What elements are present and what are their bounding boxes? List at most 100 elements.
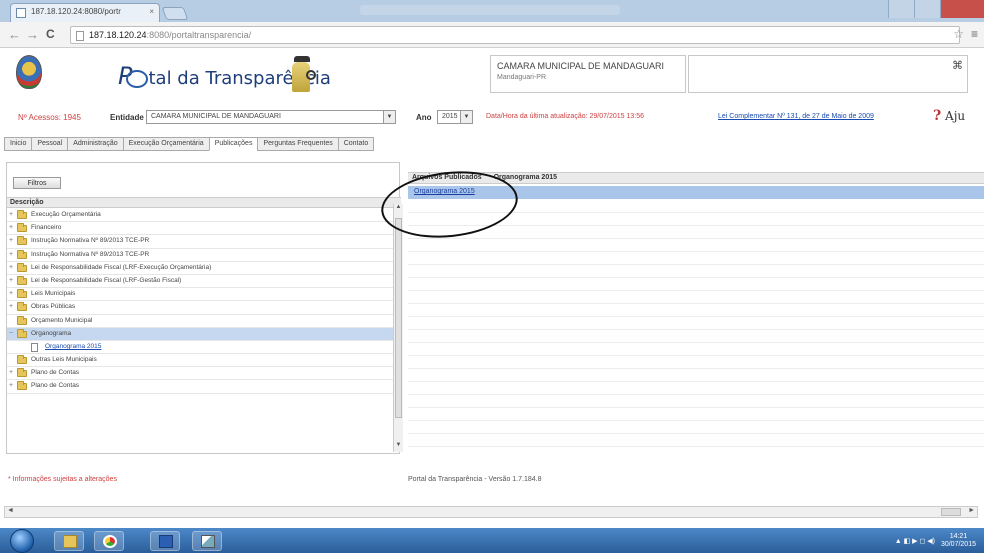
portal-o-ring-icon (126, 70, 149, 88)
expand-icon[interactable]: + (9, 301, 13, 313)
chevron-down-icon[interactable]: ▼ (383, 111, 395, 123)
taskbar-clock[interactable]: 14:21 30/07/2015 (941, 533, 976, 549)
tree-scrollbar[interactable]: ▲ ▼ (393, 204, 403, 452)
expand-icon[interactable]: + (9, 235, 13, 247)
clock-date: 30/07/2015 (940, 541, 976, 548)
menu-tab[interactable]: Execução Orçamentária (122, 137, 209, 151)
footer-notice: * Informações sujeitas a alterações (8, 476, 117, 483)
tree-node[interactable]: Outras Leis Municipais (7, 354, 401, 368)
help-button[interactable]: ? Aju (933, 108, 965, 124)
chevron-down-icon[interactable]: ▼ (460, 111, 472, 123)
tree-node[interactable]: + Execução Orçamentária (7, 209, 401, 223)
tree-node[interactable]: + Instrução Normativa Nº 89/2013 TCE-PR (7, 249, 401, 262)
year-select-value: 2015 (442, 113, 458, 120)
horizontal-scrollbar-thumb[interactable] (941, 508, 961, 516)
tree-node-label: Lei de Responsabilidade Fiscal (LRF-Exec… (31, 263, 212, 271)
tree-node[interactable]: Orçamento Municipal (7, 315, 401, 328)
folder-tree: + Execução Orçamentária + Financeiro + Instru… (7, 209, 401, 394)
folder-icon (17, 368, 27, 378)
expand-icon[interactable]: + (9, 380, 13, 392)
browser-tab[interactable]: 187.18.120.24:8080/portr × (10, 3, 160, 22)
paint-taskbar-icon[interactable] (192, 531, 222, 551)
tree-node[interactable]: − Organograma (7, 327, 401, 341)
tree-node[interactable]: + Plano de Contas (7, 380, 401, 394)
scroll-left-icon[interactable]: ◄ (7, 507, 14, 514)
tree-node-label: Instrução Normativa Nº 89/2013 TCE-PR (31, 250, 150, 258)
tree-node[interactable]: + Lei de Responsabilidade Fiscal (LRF-Exe… (7, 262, 401, 275)
tree-node-label: Plano de Contas (31, 382, 80, 390)
explorer-taskbar-icon[interactable] (54, 531, 84, 551)
forward-arrow-icon[interactable]: → (26, 27, 39, 42)
year-select[interactable]: 2015 ▼ (437, 110, 473, 124)
portal-header: Ptal da Transparência CAMARA MUNICIPAL D… (0, 50, 984, 100)
clock-time: 14:21 (949, 533, 968, 540)
close-window-button[interactable] (940, 0, 984, 18)
close-tab-icon[interactable]: × (149, 7, 154, 16)
address-toolbar: ← → C 187.18.120.24:8080/portaltranspare… (0, 22, 984, 48)
tree-node[interactable]: + Instrução Normativa Nº 89/2013 TCE-PR (7, 235, 401, 249)
organization-city: Mandaguari-PR (497, 74, 547, 81)
menu-tab[interactable]: Publicações (208, 137, 258, 151)
tree-node-label: Financeiro (31, 224, 62, 232)
folder-icon (17, 223, 27, 233)
folder-icon (17, 262, 27, 272)
entity-select[interactable]: CAMARA MUNICIPAL DE MANDAGUARI ▼ (146, 110, 396, 124)
url-host: 187.18.120.24 (89, 30, 147, 40)
folder-icon (17, 210, 27, 219)
horizontal-scrollbar[interactable]: ◄ ► (4, 506, 978, 518)
tree-node[interactable]: + Lei de Responsabilidade Fiscal (LRF-Ges… (7, 275, 401, 289)
expand-icon[interactable]: + (9, 275, 13, 287)
pin-icon[interactable]: ⌘ (952, 59, 963, 72)
law-link[interactable]: Lei Complementar Nº 131, de 27 de Maio d… (718, 113, 874, 120)
tree-node[interactable]: + Obras Públicas (7, 301, 401, 315)
tree-node-label: Organograma (31, 329, 72, 337)
url-input[interactable]: 187.18.120.24:8080/portaltransparencia/ (70, 26, 960, 44)
expand-icon[interactable]: + (9, 262, 13, 274)
tree-node[interactable]: + Financeiro (7, 222, 401, 236)
folder-icon (17, 381, 27, 391)
chrome-taskbar-icon[interactable] (94, 531, 124, 551)
menu-tab[interactable]: Administração (67, 137, 123, 151)
expand-icon[interactable]: + (9, 288, 13, 300)
tree-node[interactable]: + Leis Municipais (7, 288, 401, 302)
header-search-box[interactable]: ⌘ (688, 55, 968, 93)
tree-node[interactable]: + Plano de Contas (7, 367, 401, 381)
scrollbar-thumb[interactable] (395, 218, 402, 418)
folder-icon (17, 289, 27, 299)
expand-icon[interactable]: + (9, 367, 13, 379)
expand-icon[interactable]: + (9, 249, 13, 261)
tree-node-label: Organograma 2015 (45, 342, 102, 350)
start-button-icon[interactable] (10, 529, 34, 553)
footer-version: Portal da Transparência - Versão 1.7.184… (408, 476, 542, 483)
expand-icon[interactable]: + (9, 209, 13, 221)
maximize-button[interactable] (914, 0, 940, 18)
back-arrow-icon[interactable]: ← (8, 27, 21, 42)
tree-node-label: Plano de Contas (31, 369, 80, 377)
folder-icon (17, 328, 27, 338)
tray-icons[interactable]: ▲ ◧ ▶ ◻ ◀) (895, 537, 935, 545)
menu-tab[interactable]: Perguntas Frequentes (257, 137, 338, 151)
tree-node-label: Orçamento Municipal (31, 316, 93, 324)
page-icon (76, 31, 84, 41)
menu-tab[interactable]: Inicio (4, 137, 32, 151)
folder-icon (17, 275, 27, 285)
scroll-down-icon[interactable]: ▼ (394, 442, 403, 452)
scroll-right-icon[interactable]: ► (968, 507, 975, 514)
browser-tab-title: 187.18.120.24:8080/portr (31, 7, 121, 16)
browser-menu-icon[interactable]: ≡ (971, 27, 978, 41)
tree-node[interactable]: Organograma 2015 (7, 341, 401, 355)
main-menu-tabs: Inicio Pessoal Administração Execução Orçam… (4, 137, 375, 151)
word-taskbar-icon[interactable] (150, 531, 180, 551)
menu-tab[interactable]: Contato (337, 137, 375, 151)
organization-info-box: CAMARA MUNICIPAL DE MANDAGUARI Mandaguar… (490, 55, 686, 93)
minimize-button[interactable] (888, 0, 914, 18)
menu-tab[interactable]: Pessoal (31, 137, 68, 151)
folder-icon (17, 249, 27, 259)
collapse-icon[interactable]: − (9, 328, 13, 340)
reload-icon[interactable]: C (46, 27, 55, 41)
expand-icon[interactable]: + (9, 222, 13, 234)
filter-button[interactable]: Filtros (13, 177, 61, 189)
bookmark-star-icon[interactable]: ☆ (953, 27, 964, 41)
tree-node-label: Instrução Normativa Nº 89/2013 TCE-PR (31, 237, 150, 245)
new-tab-button[interactable] (161, 7, 189, 20)
